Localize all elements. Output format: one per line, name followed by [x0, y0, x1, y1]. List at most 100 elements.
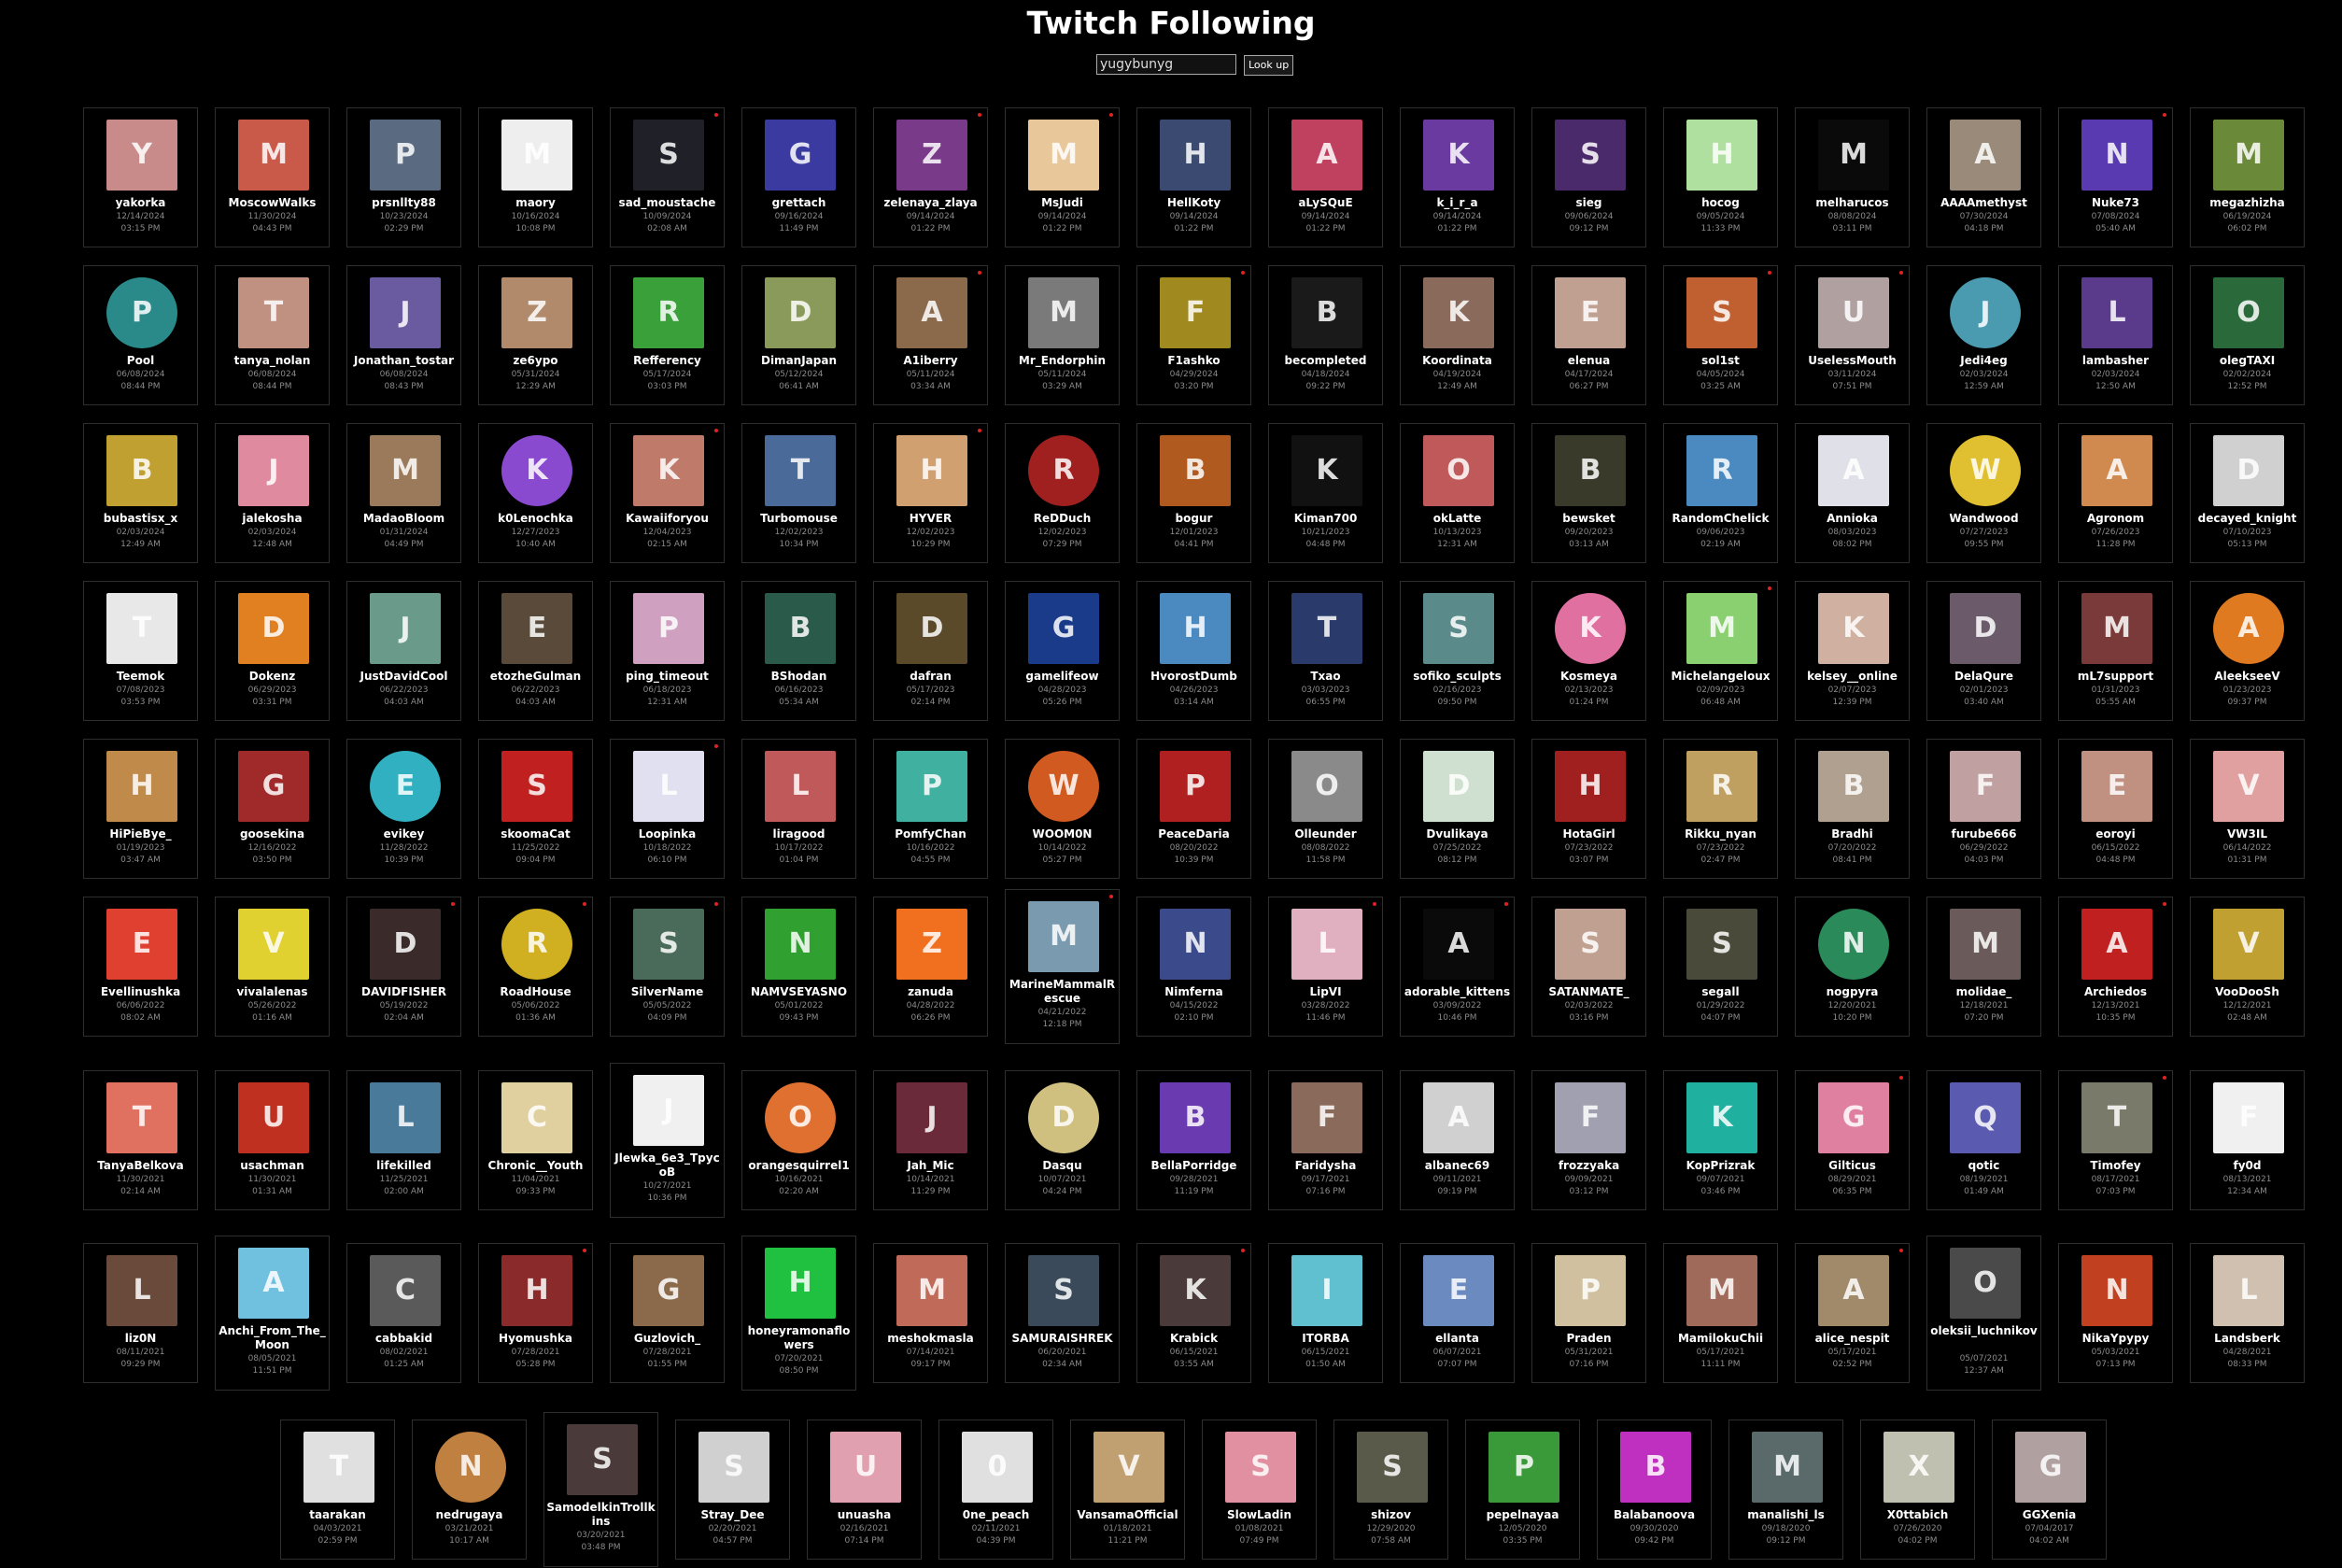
- channel-name[interactable]: eoroyi: [2061, 827, 2170, 841]
- channel-name[interactable]: VansamaOfficial: [1073, 1508, 1182, 1522]
- channel-name[interactable]: cabbakid: [349, 1332, 459, 1346]
- channel-avatar[interactable]: R: [501, 909, 572, 980]
- channel-avatar[interactable]: E: [106, 909, 177, 980]
- channel-avatar[interactable]: K: [1291, 435, 1362, 506]
- channel-name[interactable]: zanuda: [876, 985, 985, 999]
- channel-avatar[interactable]: R: [1686, 751, 1757, 822]
- channel-name[interactable]: BShodan: [744, 670, 854, 684]
- channel-name[interactable]: Stray_Dee: [678, 1508, 787, 1522]
- channel-name[interactable]: TanyaBelkova: [86, 1159, 195, 1173]
- channel-avatar[interactable]: H: [1160, 120, 1231, 191]
- channel-card[interactable]: Mmegazhizha 06/19/2024 06:02 PM: [2190, 107, 2305, 247]
- channel-card[interactable]: Hhoneyramonaflowers 07/20/2021 08:50 PM: [741, 1236, 856, 1391]
- channel-card[interactable]: Qqotic 08/19/2021 01:49 AM: [1926, 1070, 2041, 1210]
- channel-avatar[interactable]: K: [501, 435, 572, 506]
- channel-card[interactable]: Zzanuda 04/28/2022 06:26 PM: [873, 897, 988, 1037]
- channel-avatar[interactable]: M: [501, 120, 572, 191]
- channel-name[interactable]: molidae_: [1929, 985, 2039, 999]
- channel-avatar[interactable]: P: [106, 277, 177, 348]
- channel-name[interactable]: bewsket: [1534, 512, 1644, 526]
- channel-name[interactable]: fy0d: [2193, 1159, 2302, 1173]
- channel-name[interactable]: Krabick: [1139, 1332, 1249, 1346]
- channel-name[interactable]: nedrugaya: [415, 1508, 524, 1522]
- channel-avatar[interactable]: N: [1818, 909, 1889, 980]
- channel-avatar[interactable]: O: [1950, 1248, 2021, 1319]
- channel-avatar[interactable]: L: [370, 1082, 441, 1153]
- channel-avatar[interactable]: G: [1818, 1082, 1889, 1153]
- channel-name[interactable]: Loopinka: [613, 827, 722, 841]
- channel-name[interactable]: sol1st: [1666, 354, 1775, 368]
- channel-card[interactable]: W Wandwood 07/27/2023 09:55 PM: [1926, 423, 2041, 563]
- channel-name[interactable]: alice_nespit: [1798, 1332, 1907, 1346]
- channel-name[interactable]: Teemok: [86, 670, 195, 684]
- channel-card[interactable]: T Timofey 08/17/2021 07:03 PM: [2058, 1070, 2173, 1210]
- channel-name[interactable]: shizov: [1336, 1508, 1446, 1522]
- channel-card[interactable]: Uunuasha 02/16/2021 07:14 PM: [807, 1420, 922, 1560]
- channel-card[interactable]: 0 0ne_peach 02/11/2021 04:39 PM: [938, 1420, 1053, 1560]
- channel-card[interactable]: N NikaYpypy 05/03/2021 07:13 PM: [2058, 1243, 2173, 1383]
- channel-avatar[interactable]: K: [1423, 120, 1494, 191]
- channel-card[interactable]: R RandomChelick 09/06/2023 02:19 AM: [1663, 423, 1778, 563]
- channel-avatar[interactable]: A: [1423, 1082, 1494, 1153]
- channel-avatar[interactable]: J: [896, 1082, 967, 1153]
- channel-name[interactable]: KopPrizrak: [1666, 1159, 1775, 1173]
- channel-name[interactable]: X0ttabich: [1863, 1508, 1972, 1522]
- channel-card[interactable]: Ttanya_nolan 06/08/2024 08:44 PM: [215, 265, 330, 405]
- channel-card[interactable]: Ggamelifeow 04/28/2023 05:26 PM: [1005, 581, 1120, 721]
- channel-avatar[interactable]: D: [1423, 751, 1494, 822]
- channel-avatar[interactable]: M: [1752, 1432, 1823, 1503]
- channel-card[interactable]: K Kosmeya 02/13/2023 01:24 PM: [1531, 581, 1646, 721]
- channel-name[interactable]: furube666: [1929, 827, 2039, 841]
- channel-avatar[interactable]: Y: [106, 120, 177, 191]
- channel-card[interactable]: B Bradhi 07/20/2022 08:41 PM: [1795, 739, 1910, 879]
- channel-card[interactable]: R Refferency 05/17/2024 03:03 PM: [610, 265, 725, 405]
- channel-name[interactable]: Timofey: [2061, 1159, 2170, 1173]
- channel-avatar[interactable]: L: [1291, 909, 1362, 980]
- channel-card[interactable]: J Jlewka_6e3_TpycoB 10/27/2021 10:36 PM: [610, 1063, 725, 1218]
- channel-name[interactable]: MoscowWalks: [218, 196, 327, 210]
- channel-avatar[interactable]: E: [1423, 1255, 1494, 1326]
- channel-name[interactable]: Gilticus: [1798, 1159, 1907, 1173]
- channel-card[interactable]: R RoadHouse 05/06/2022 01:36 AM: [478, 897, 593, 1037]
- channel-card[interactable]: Ssieg 09/06/2024 09:12 PM: [1531, 107, 1646, 247]
- channel-avatar[interactable]: O: [1291, 751, 1362, 822]
- channel-name[interactable]: bubastisx_x: [86, 512, 195, 526]
- channel-name[interactable]: VW3IL: [2193, 827, 2302, 841]
- channel-avatar[interactable]: T: [106, 593, 177, 664]
- channel-name[interactable]: UselessMouth: [1798, 354, 1907, 368]
- channel-name[interactable]: Archiedos: [2061, 985, 2170, 999]
- channel-card[interactable]: D DelaQure 02/01/2023 03:40 AM: [1926, 581, 2041, 721]
- channel-avatar[interactable]: T: [106, 1082, 177, 1153]
- channel-avatar[interactable]: N: [2081, 120, 2152, 191]
- channel-card[interactable]: F F1ashko 04/29/2024 03:20 PM: [1136, 265, 1251, 405]
- channel-name[interactable]: ze6ypo: [481, 354, 590, 368]
- channel-card[interactable]: Ssad_moustache 10/09/2024 02:08 AM: [610, 107, 725, 247]
- channel-card[interactable]: D DAVIDFISHER 05/19/2022 02:04 AM: [346, 897, 461, 1037]
- channel-card[interactable]: Bbecompleted 04/18/2024 09:22 PM: [1268, 265, 1383, 405]
- channel-card[interactable]: Mmelharucos 08/08/2024 03:11 PM: [1795, 107, 1910, 247]
- channel-avatar[interactable]: V: [1093, 1432, 1164, 1503]
- channel-avatar[interactable]: L: [633, 751, 704, 822]
- channel-avatar[interactable]: A: [2081, 435, 2152, 506]
- channel-name[interactable]: Kosmeya: [1534, 670, 1644, 684]
- channel-card[interactable]: Ccabbakid 08/02/2021 01:25 AM: [346, 1243, 461, 1383]
- channel-card[interactable]: M MarineMammalRescue 04/21/2022 12:18 PM: [1005, 889, 1120, 1044]
- channel-avatar[interactable]: O: [2213, 277, 2284, 348]
- channel-card[interactable]: Ttaarakan 04/03/2021 02:59 PM: [280, 1420, 395, 1560]
- channel-name[interactable]: Mr_Endorphin: [1008, 354, 1117, 368]
- channel-card[interactable]: Ddafran 05/17/2023 02:14 PM: [873, 581, 988, 721]
- channel-name[interactable]: Hyomushka: [481, 1332, 590, 1346]
- channel-card[interactable]: M MsJudi 09/14/2024 01:22 PM: [1005, 107, 1120, 247]
- channel-avatar[interactable]: M: [896, 1255, 967, 1326]
- channel-avatar[interactable]: G: [1028, 593, 1099, 664]
- channel-name[interactable]: meshokmasla: [876, 1332, 985, 1346]
- channel-card[interactable]: L LipVI 03/28/2022 11:46 PM: [1268, 897, 1383, 1037]
- channel-avatar[interactable]: S: [567, 1424, 638, 1495]
- channel-name[interactable]: NAMVSEYASNO: [744, 985, 854, 999]
- channel-card[interactable]: Pping_timeout 06/18/2023 12:31 AM: [610, 581, 725, 721]
- channel-card[interactable]: G GGXenia 07/04/2017 04:02 AM: [1992, 1420, 2107, 1560]
- channel-avatar[interactable]: D: [765, 277, 836, 348]
- channel-card[interactable]: Mmanalishi_ls 09/18/2020 09:12 PM: [1728, 1420, 1843, 1560]
- channel-avatar[interactable]: C: [501, 1082, 572, 1153]
- channel-card[interactable]: Kk0Lenochka 12/27/2023 10:40 AM: [478, 423, 593, 563]
